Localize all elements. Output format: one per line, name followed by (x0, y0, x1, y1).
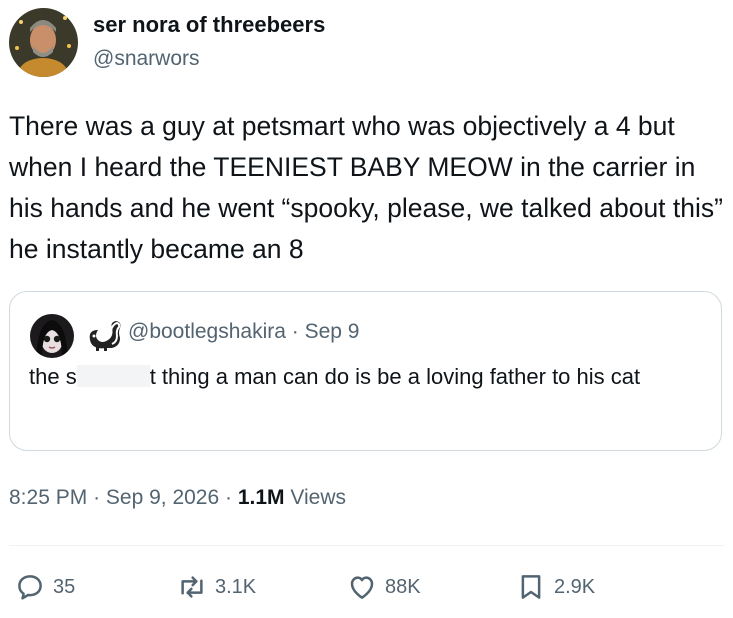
bookmark-icon (521, 575, 541, 599)
views-label: Views (290, 486, 346, 509)
meta-separator: · (93, 486, 106, 509)
quoted-date[interactable]: Sep 9 (305, 320, 360, 343)
post-meta: 8:25 PM · Sep 9, 2026 · 1.1M Views (9, 486, 346, 510)
quoted-text-before: the s (29, 364, 77, 389)
meta-separator: · (225, 486, 238, 509)
author-name[interactable]: ser nora of threebeers (93, 12, 325, 38)
like-count: 88K (385, 575, 421, 598)
reply-button[interactable]: 35 (15, 569, 75, 605)
post-text: There was a guy at petsmart who was obje… (9, 111, 723, 264)
meta-separator: · (291, 320, 305, 343)
repost-count: 3.1K (215, 575, 257, 598)
like-icon (350, 576, 374, 599)
quoted-post[interactable]: @bootlegshakira · Sep 9 the s t thing a m… (9, 291, 722, 451)
post-date[interactable]: Sep 9, 2026 (106, 486, 219, 509)
quoted-meta: @bootlegshakira · Sep 9 (128, 320, 359, 344)
repost-button[interactable]: 3.1K (177, 569, 256, 605)
views-count: 1.1M (237, 486, 285, 509)
quoted-text: the s t thing a man can do is be a loving… (29, 360, 709, 394)
divider (9, 545, 724, 546)
quoted-handle[interactable]: @bootlegshakira (128, 320, 286, 343)
repost-icon (181, 576, 203, 598)
quoted-text-after: t thing a man can do is be a loving fath… (149, 364, 641, 389)
reply-count: 35 (53, 575, 76, 598)
redaction-box (76, 365, 150, 387)
bookmark-button[interactable]: 2.9K (516, 569, 595, 605)
like-button[interactable]: 88K (347, 569, 421, 605)
author-handle[interactable]: @snarwors (93, 47, 200, 71)
bookmark-count: 2.9K (554, 575, 596, 598)
quoted-author-avatar[interactable] (30, 314, 74, 358)
reply-icon (18, 575, 42, 600)
post-time[interactable]: 8:25 PM (9, 486, 87, 509)
skunk-icon (89, 321, 121, 351)
author-avatar[interactable] (9, 8, 78, 77)
